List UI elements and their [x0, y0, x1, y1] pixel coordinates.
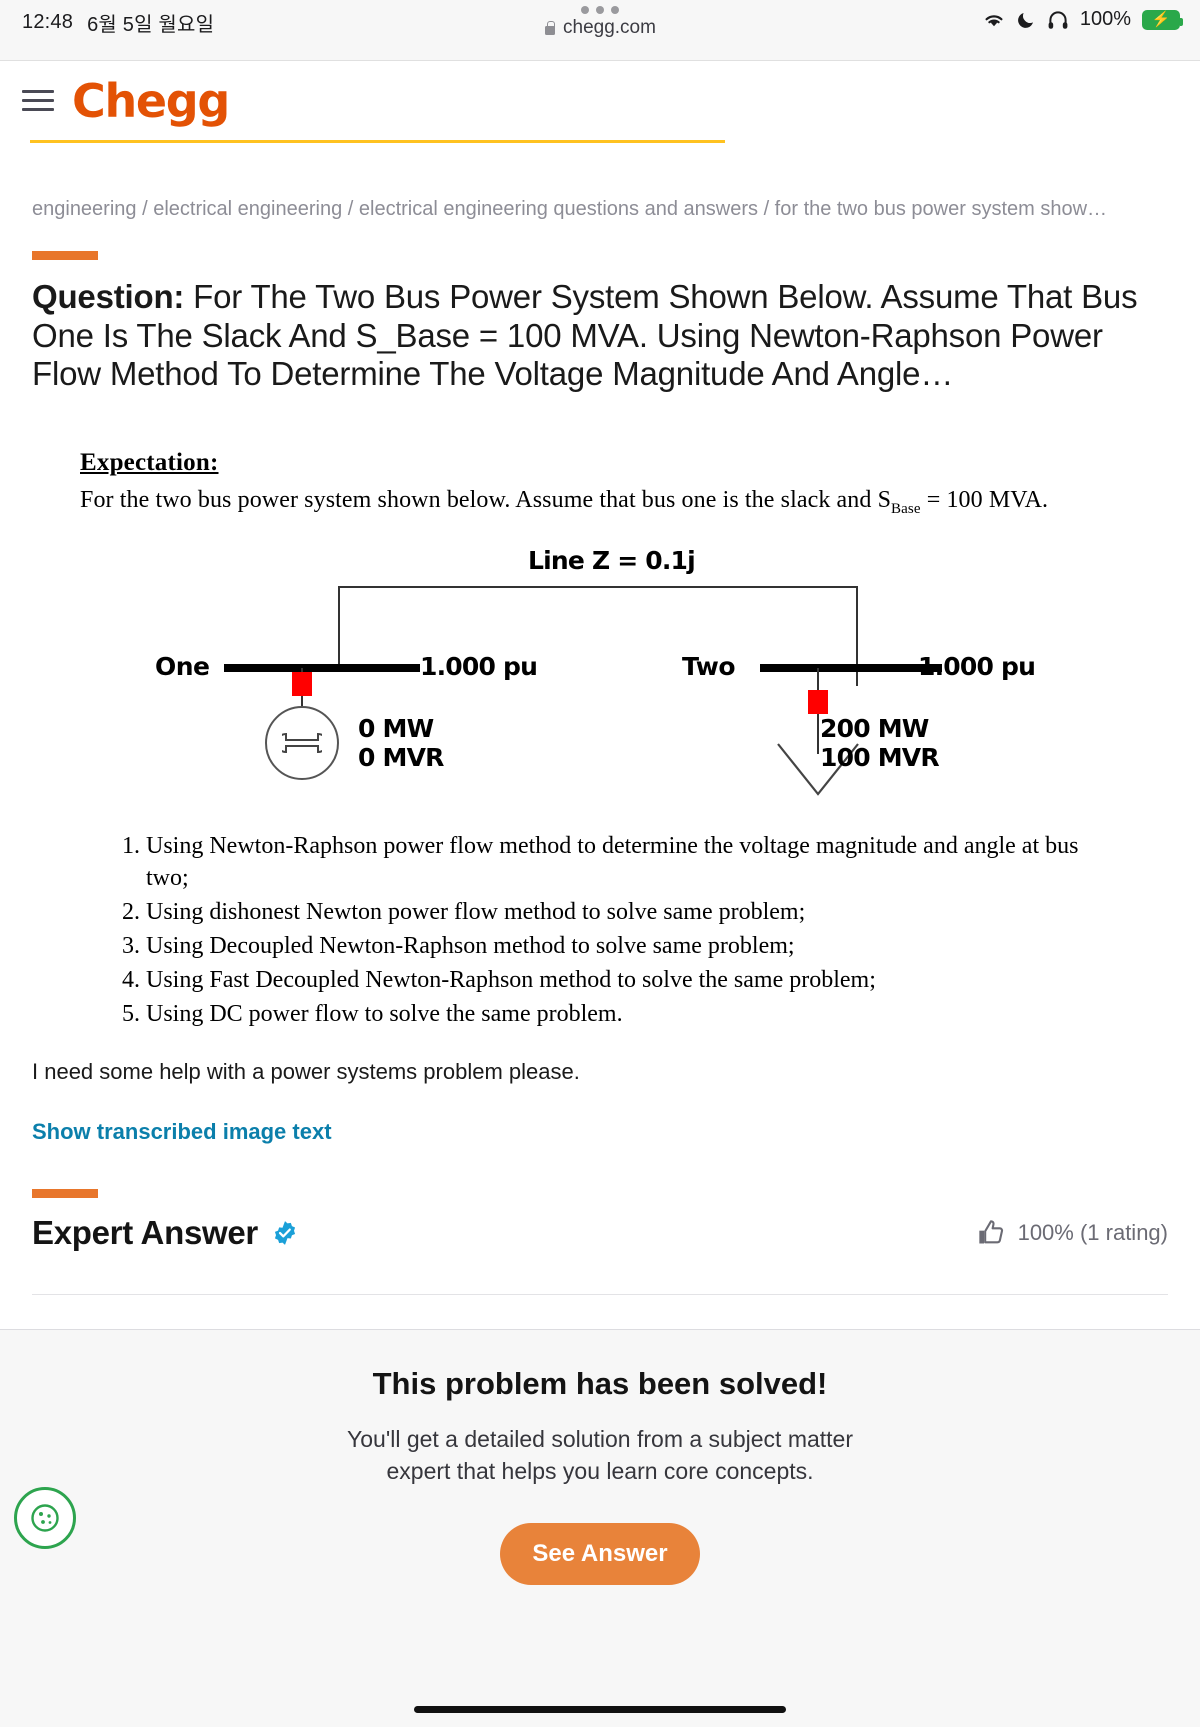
bus-two-label: Two	[682, 651, 736, 681]
bus-one-label: One	[155, 651, 210, 681]
chegg-question-page: 12:48 6월 5일 월요일 chegg.com 100% ⚡ Chegg e…	[0, 0, 1200, 1727]
problem-solved-panel: This problem has been solved! You'll get…	[0, 1329, 1200, 1727]
expectation-heading: Expectation:	[80, 448, 219, 476]
expert-answer-title: Expert Answer	[32, 1213, 258, 1251]
bus-one-power: 0 MW 0 MVR	[358, 714, 444, 773]
bus-two-mvr: 100 MVR	[820, 743, 940, 773]
list-item: Using Fast Decoupled Newton-Raphson meth…	[146, 964, 1120, 996]
list-item: Using DC power flow to solve the same pr…	[146, 998, 1120, 1030]
main-content: engineering / electrical engineering / e…	[0, 198, 1200, 1408]
expectation-body-post: = 100 MVA.	[920, 486, 1049, 513]
transmission-line-left-drop	[338, 585, 340, 668]
site-header: Chegg	[0, 60, 1200, 140]
expert-answer-header: Expert Answer 100% (1 rating)	[32, 1214, 1168, 1252]
bus-one-voltage: 1.000 pu	[420, 651, 538, 681]
list-item: Using dishonest Newton power flow method…	[146, 896, 1120, 928]
expectation-body-sub: Base	[891, 500, 921, 517]
see-answer-button[interactable]: See Answer	[500, 1523, 700, 1586]
url-text: chegg.com	[563, 17, 656, 38]
bus-one-mvr: 0 MVR	[358, 743, 444, 773]
user-note: I need some help with a power systems pr…	[32, 1058, 580, 1084]
bus-one-bar	[224, 663, 420, 672]
line-impedance-label: Line Z = 0.1j	[528, 545, 696, 575]
question-label: Question:	[32, 278, 185, 315]
one-line-diagram: Line Z = 0.1j One 1.000 pu 0 MW 0 MVR Tw…	[80, 546, 1120, 796]
generator-symbol	[265, 706, 339, 780]
breadcrumb[interactable]: engineering / electrical engineering / e…	[32, 198, 1168, 221]
section-divider	[32, 1293, 1168, 1295]
expert-answer-rating-group: 100% (1 rating)	[977, 1219, 1168, 1247]
wifi-icon	[985, 14, 1003, 26]
bus-one-mw: 0 MW	[358, 713, 434, 743]
headphones-icon	[1048, 10, 1068, 29]
task-list: Using Newton-Raphson power flow method t…	[80, 830, 1120, 1031]
status-bar-right: 100% ⚡	[982, 8, 1183, 31]
expert-answer-accent-bar	[32, 1188, 98, 1198]
chegg-logo[interactable]: Chegg	[72, 78, 230, 124]
bus-one-breaker-icon	[292, 671, 312, 696]
list-item: Using Newton-Raphson power flow method t…	[146, 830, 1120, 894]
question-accent-bar	[32, 251, 98, 260]
bus-two-mw: 200 MW	[820, 713, 929, 743]
bus-two-power: 200 MW 100 MVR	[820, 713, 940, 773]
rating-label: 100% (1 rating)	[1017, 1219, 1168, 1245]
status-bar-left: 12:48 6월 5일 월요일	[22, 6, 214, 37]
list-item: Using Decoupled Newton-Raphson method to…	[146, 930, 1120, 962]
clock-date: 6월 5일 월요일	[87, 14, 215, 36]
lock-icon	[544, 20, 556, 36]
solved-subtitle: You'll get a detailed solution from a su…	[0, 1424, 1200, 1487]
expectation-body-pre: For the two bus power system shown below…	[80, 486, 892, 513]
solved-subtitle-line1: You'll get a detailed solution from a su…	[347, 1426, 853, 1452]
battery-percent-label: 100%	[1079, 8, 1131, 30]
verified-badge-icon	[274, 1220, 296, 1245]
three-dots-icon[interactable]	[581, 6, 619, 14]
question-image: Expectation: For the two bus power syste…	[32, 449, 1168, 1031]
hamburger-menu-icon[interactable]	[22, 90, 54, 111]
page-progress-bar	[30, 140, 1170, 143]
solved-subtitle-line2: expert that helps you learn core concept…	[386, 1457, 814, 1484]
expectation-body: For the two bus power system shown below…	[80, 487, 1120, 518]
moon-icon	[1017, 13, 1033, 28]
expert-answer-title-group: Expert Answer	[32, 1214, 298, 1252]
show-transcribed-image-text-link[interactable]: Show transcribed image text	[32, 1119, 332, 1145]
battery-charging-icon: ⚡	[1142, 9, 1183, 30]
page-progress-fill	[30, 140, 725, 143]
address-bar[interactable]: chegg.com	[544, 17, 656, 39]
transmission-line-top	[338, 585, 858, 588]
page-title: Question: For The Two Bus Power System S…	[32, 278, 1168, 394]
solved-title: This problem has been solved!	[372, 1366, 828, 1401]
thumbs-up-icon[interactable]	[977, 1219, 1005, 1247]
ios-status-bar: 12:48 6월 5일 월요일 chegg.com 100% ⚡	[0, 0, 1200, 60]
clock-time: 12:48	[22, 11, 74, 33]
question-text: For The Two Bus Power System Shown Below…	[32, 278, 1138, 393]
home-indicator	[414, 1706, 786, 1713]
bus-two-breaker-icon	[808, 689, 828, 714]
cookie-settings-icon[interactable]	[14, 1487, 76, 1549]
bus-two-voltage: 1.000 pu	[918, 651, 1036, 681]
bus-two-bar	[760, 663, 942, 672]
